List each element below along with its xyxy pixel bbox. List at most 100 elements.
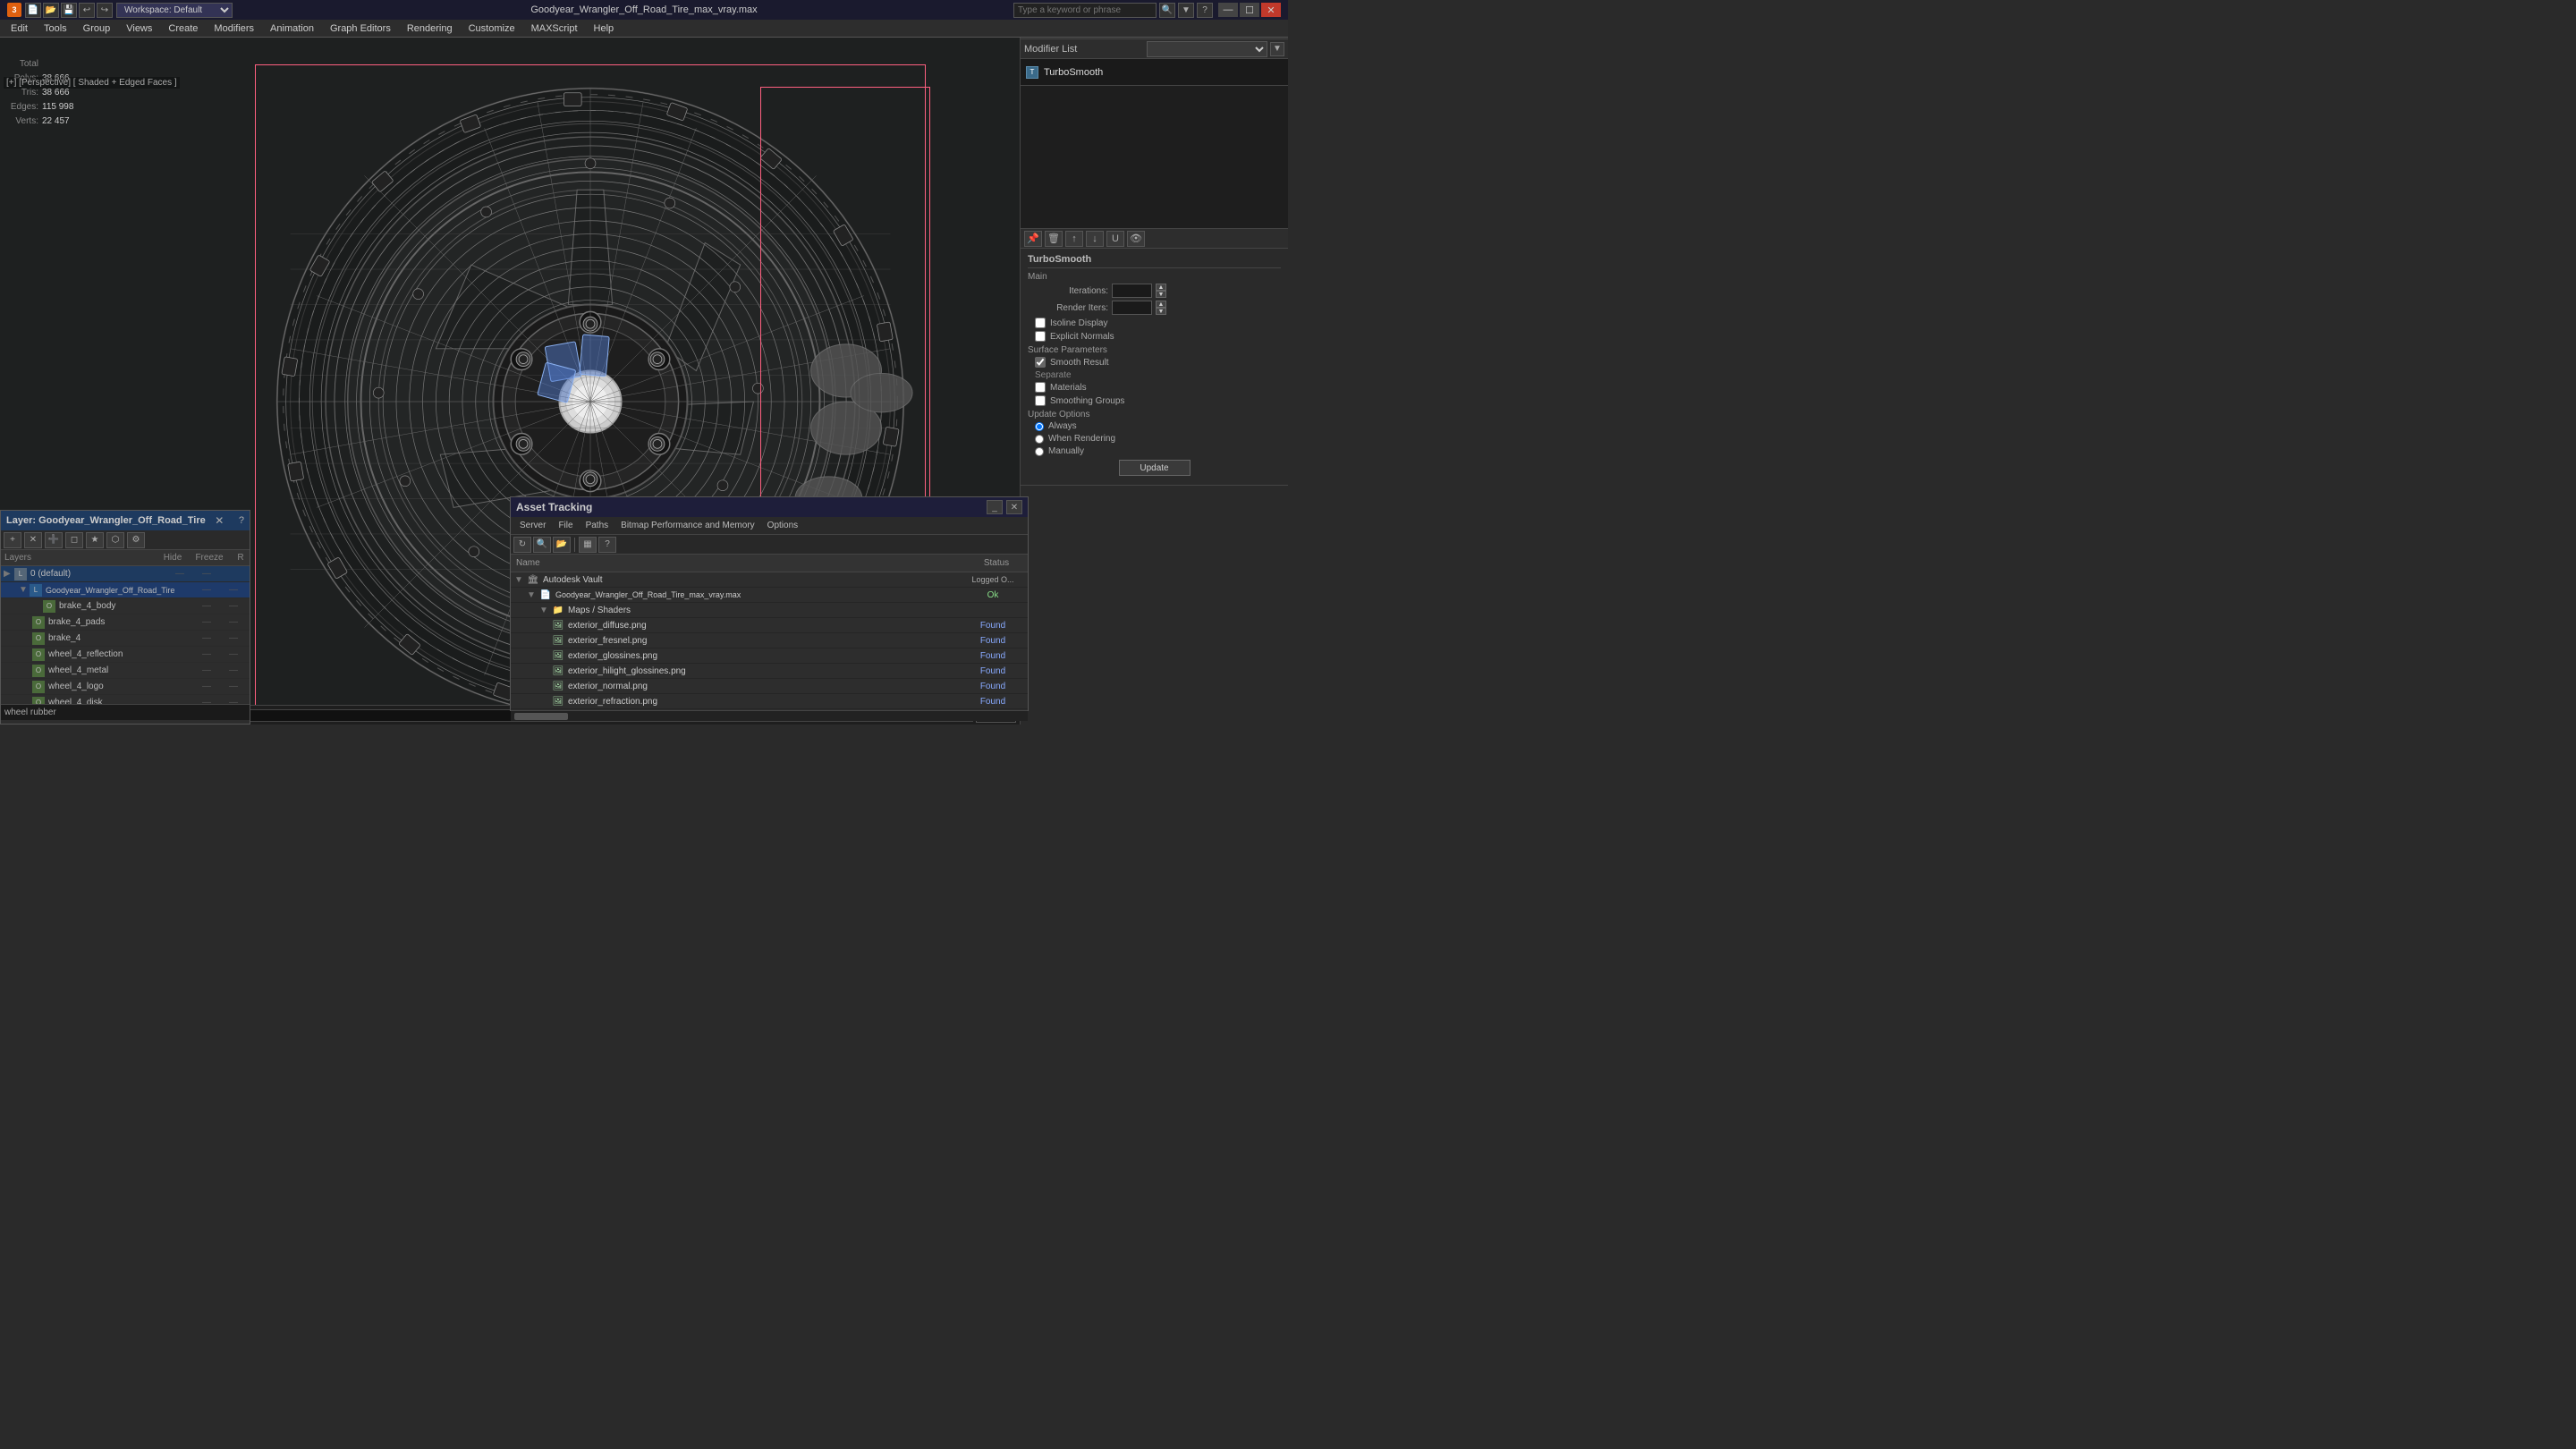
- maximize-btn[interactable]: ☐: [1240, 3, 1259, 17]
- layer-name: wheel_4_reflection: [48, 649, 193, 659]
- new-btn[interactable]: 📄: [25, 3, 41, 18]
- layer-delete-btn[interactable]: ✕: [24, 532, 42, 548]
- materials-checkbox[interactable]: [1035, 382, 1046, 393]
- menu-help[interactable]: Help: [587, 20, 622, 37]
- surface-params-label: Surface Parameters: [1028, 345, 1281, 355]
- apm-bitmap[interactable]: Bitmap Performance and Memory: [615, 520, 760, 531]
- layer-item[interactable]: O wheel_4_logo — —: [1, 679, 250, 695]
- apm-server[interactable]: Server: [514, 520, 551, 531]
- search-btn[interactable]: 🔍: [1159, 3, 1175, 18]
- iterations-input[interactable]: 0: [1112, 284, 1152, 298]
- apm-file[interactable]: File: [553, 520, 578, 531]
- when-rendering-radio[interactable]: [1035, 435, 1044, 444]
- asset-item[interactable]: 🖼 exterior_diffuse.png Found: [511, 618, 1028, 633]
- vault-icon: 🏛: [527, 573, 539, 586]
- asset-item[interactable]: ▼ 🏛 Autodesk Vault Logged O...: [511, 572, 1028, 588]
- layer-highlight-btn[interactable]: ★: [86, 532, 104, 548]
- menu-tools[interactable]: Tools: [37, 20, 74, 37]
- asset-item[interactable]: 🖼 exterior_hilight_glossines.png Found: [511, 664, 1028, 679]
- make-unique-btn[interactable]: U: [1106, 231, 1124, 247]
- asset-panel-minimize-btn[interactable]: _: [987, 500, 1003, 514]
- minimize-btn[interactable]: —: [1218, 3, 1238, 17]
- smoothing-groups-checkbox[interactable]: [1035, 395, 1046, 406]
- apm-options[interactable]: Options: [762, 520, 803, 531]
- move-down-btn[interactable]: ↓: [1086, 231, 1104, 247]
- layer-item[interactable]: ▼ L Goodyear_Wrangler_Off_Road_Tire — —: [1, 582, 250, 598]
- always-radio[interactable]: [1035, 422, 1044, 431]
- layer-item[interactable]: O brake_4_body — —: [1, 598, 250, 614]
- layer-item[interactable]: ▶ L 0 (default) — —: [1, 566, 250, 582]
- explicit-normals-checkbox[interactable]: [1035, 331, 1046, 342]
- render-iters-input[interactable]: 2: [1112, 301, 1152, 315]
- layer-add-selected-btn[interactable]: ➕: [45, 532, 63, 548]
- layer-item[interactable]: O brake_4_pads — —: [1, 614, 250, 631]
- layer-item[interactable]: O wheel_4_disk — —: [1, 695, 250, 704]
- menu-views[interactable]: Views: [119, 20, 159, 37]
- apm-paths[interactable]: Paths: [580, 520, 614, 531]
- iterations-up[interactable]: ▲: [1156, 284, 1166, 291]
- layers-panel-help-btn[interactable]: ?: [239, 515, 244, 526]
- asset-scrollbar-thumb[interactable]: [514, 713, 568, 720]
- verts-label: Verts:: [4, 114, 38, 129]
- menu-animation[interactable]: Animation: [263, 20, 321, 37]
- asset-item[interactable]: ▼ 📄 Goodyear_Wrangler_Off_Road_Tire_max_…: [511, 588, 1028, 603]
- open-btn[interactable]: 📂: [43, 3, 59, 18]
- object-icon: O: [43, 600, 55, 613]
- render-iters-up[interactable]: ▲: [1156, 301, 1166, 308]
- workspace-select[interactable]: Workspace: Default: [116, 3, 233, 18]
- pin-btn[interactable]: 📌: [1024, 231, 1042, 247]
- menu-rendering[interactable]: Rendering: [400, 20, 460, 37]
- save-btn[interactable]: 💾: [61, 3, 77, 18]
- verts-value: 22 457: [42, 114, 70, 129]
- search-help-btn[interactable]: ?: [1197, 3, 1213, 18]
- menu-group[interactable]: Group: [76, 20, 118, 37]
- apt-refresh-btn[interactable]: ↻: [513, 537, 531, 553]
- delete-mod-btn[interactable]: 🗑: [1045, 231, 1063, 247]
- asset-item[interactable]: 🖼 exterior_fresnel.png Found: [511, 633, 1028, 648]
- search-input[interactable]: [1013, 3, 1157, 18]
- redo-btn[interactable]: ↪: [97, 3, 113, 18]
- apt-help-btn[interactable]: ?: [598, 537, 616, 553]
- layer-select-objects-btn[interactable]: ◻: [65, 532, 83, 548]
- menu-customize[interactable]: Customize: [462, 20, 522, 37]
- show-hide-btn[interactable]: 👁: [1127, 231, 1145, 247]
- apt-browse-btn[interactable]: 📂: [553, 537, 571, 553]
- search-options-btn[interactable]: ▼: [1178, 3, 1194, 18]
- asset-item[interactable]: ▼ 📁 Maps / Shaders: [511, 603, 1028, 618]
- menu-maxscript[interactable]: MAXScript: [524, 20, 585, 37]
- asset-panel-menubar: Server File Paths Bitmap Performance and…: [511, 517, 1028, 535]
- manually-radio[interactable]: [1035, 447, 1044, 456]
- layers-panel-close-btn[interactable]: ✕: [215, 514, 224, 527]
- apt-find-btn[interactable]: 🔍: [533, 537, 551, 553]
- asset-item[interactable]: 🖼 exterior_normal.png Found: [511, 679, 1028, 694]
- smooth-result-checkbox[interactable]: [1035, 357, 1046, 368]
- asset-item[interactable]: 🖼 exterior_glossines.png Found: [511, 648, 1028, 664]
- update-button[interactable]: Update: [1119, 460, 1191, 476]
- layer-item[interactable]: O wheel_4_metal — —: [1, 663, 250, 679]
- turbosmooth-title: TurboSmooth: [1028, 254, 1281, 268]
- render-iters-down[interactable]: ▼: [1156, 308, 1166, 315]
- undo-btn[interactable]: ↩: [79, 3, 95, 18]
- menu-modifiers[interactable]: Modifiers: [207, 20, 261, 37]
- asset-horizontal-scrollbar[interactable]: [511, 710, 1028, 721]
- apt-highlight-btn[interactable]: ▦: [579, 537, 597, 553]
- menu-create[interactable]: Create: [161, 20, 205, 37]
- close-btn[interactable]: ✕: [1261, 3, 1281, 17]
- asset-panel-close-btn[interactable]: ✕: [1006, 500, 1022, 514]
- layer-new-btn[interactable]: +: [4, 532, 21, 548]
- move-up-btn[interactable]: ↑: [1065, 231, 1083, 247]
- layer-item[interactable]: O wheel_4_reflection — —: [1, 647, 250, 663]
- asset-expand-icon: ▼: [539, 606, 552, 615]
- layer-item[interactable]: O brake_4 — —: [1, 631, 250, 647]
- asset-item[interactable]: 🖼 exterior_refraction.png Found: [511, 694, 1028, 709]
- menu-edit[interactable]: Edit: [4, 20, 35, 37]
- menu-graph-editors[interactable]: Graph Editors: [323, 20, 398, 37]
- modifier-list-select[interactable]: [1147, 41, 1268, 57]
- modifier-stack-item[interactable]: T TurboSmooth: [1021, 59, 1288, 86]
- iterations-down[interactable]: ▼: [1156, 291, 1166, 298]
- modifier-list-arrow[interactable]: ▼: [1270, 42, 1284, 56]
- layer-settings-btn[interactable]: ⚙: [127, 532, 145, 548]
- isoline-checkbox[interactable]: [1035, 318, 1046, 328]
- layer-merge-btn[interactable]: ⬡: [106, 532, 124, 548]
- asset-name: exterior_glossines.png: [568, 651, 962, 661]
